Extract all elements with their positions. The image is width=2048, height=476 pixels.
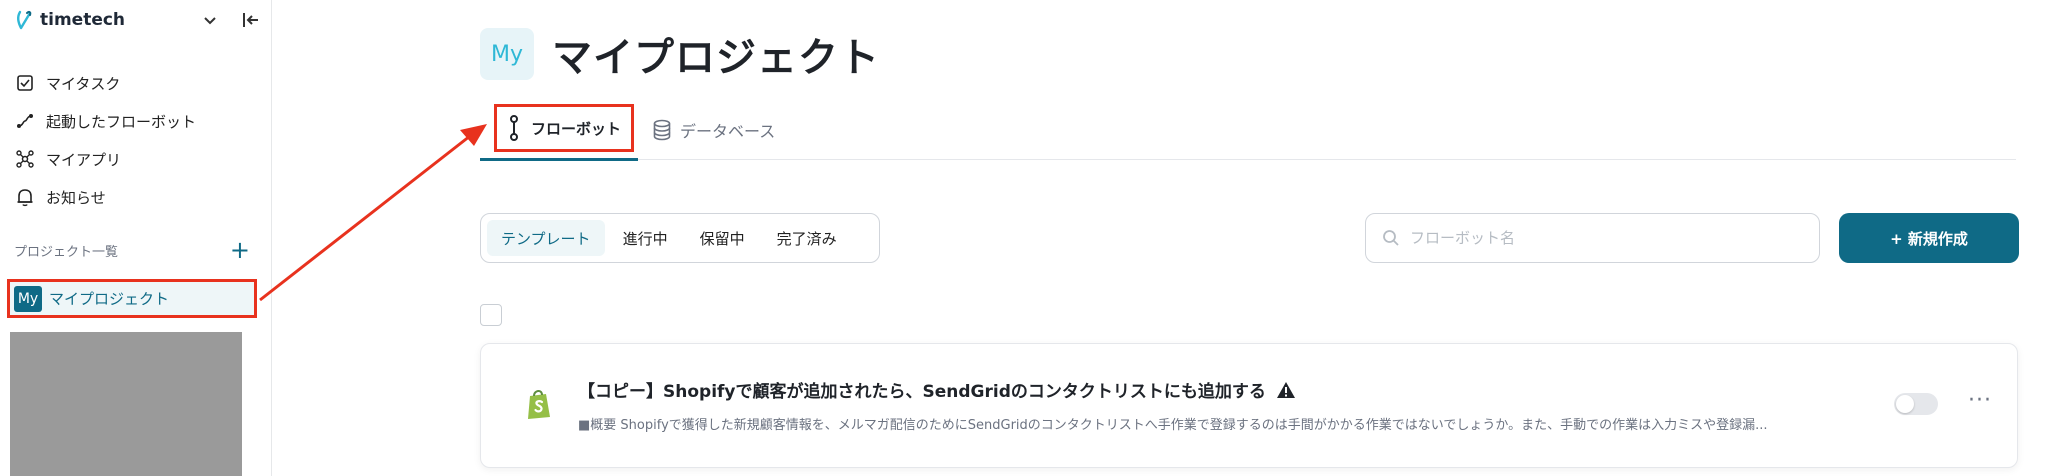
projects-section-header: プロジェクト一覧 +: [14, 238, 250, 262]
add-project-button[interactable]: +: [230, 238, 250, 262]
sidebar-nav: マイタスク 起動したフローボット マイアプリ お知らせ: [14, 64, 264, 216]
sidebar-item-my-tasks[interactable]: マイタスク: [14, 64, 264, 102]
sidebar-item-label: 起動したフローボット: [46, 112, 197, 131]
app-window: timetech マイタスク 起動したフローボット マイアプリ お知らせ プロジ…: [0, 0, 2048, 476]
project-avatar: My: [480, 28, 534, 80]
page-header: My マイプロジェクト: [480, 25, 880, 83]
flowbot-description: ■概要 Shopifyで獲得した新規顧客情報を、メルマガ配信のためにSendGr…: [578, 418, 1768, 433]
page-title: マイプロジェクト: [552, 35, 880, 81]
filter-in-progress[interactable]: 進行中: [609, 220, 682, 256]
sidebar-item-label: マイアプリ: [46, 150, 122, 169]
tab-database[interactable]: データベース: [652, 102, 775, 158]
more-options-button[interactable]: ···: [1965, 388, 1995, 413]
database-icon: [653, 119, 671, 141]
sidebar-item-notifications[interactable]: お知らせ: [14, 178, 264, 216]
tab-label: データベース: [680, 122, 776, 141]
sidebar: timetech マイタスク 起動したフローボット マイアプリ お知らせ プロジ…: [0, 0, 272, 476]
chevron-down-icon[interactable]: [202, 12, 218, 28]
sidebar-item-my-apps[interactable]: マイアプリ: [14, 140, 264, 178]
flowbot-card[interactable]: 【コピー】Shopifyで顧客が追加されたら、SendGridのコンタクトリスト…: [480, 343, 2018, 468]
status-filter: テンプレート 進行中 保留中 完了済み: [480, 213, 880, 263]
collapse-sidebar-icon[interactable]: [240, 9, 262, 31]
sidebar-item-label: お知らせ: [46, 188, 106, 207]
sidebar-item-started-flowbots[interactable]: 起動したフローボット: [14, 102, 264, 140]
sidebar-item-label: マイタスク: [46, 74, 121, 93]
flowbot-search: [1365, 213, 1820, 263]
bell-icon: [14, 186, 36, 208]
tab-label: フローボット: [531, 119, 622, 138]
project-badge: My: [14, 285, 42, 312]
projects-label: プロジェクト一覧: [14, 244, 119, 260]
sidebar-item-my-project[interactable]: My マイプロジェクト: [7, 279, 257, 318]
tab-flowbot[interactable]: フローボット: [494, 104, 634, 152]
warning-icon: [1276, 381, 1295, 398]
redacted-area: [10, 332, 242, 476]
workspace-switcher[interactable]: timetech: [14, 8, 125, 32]
new-flowbot-button[interactable]: + 新規作成: [1839, 213, 2019, 263]
workspace-name: timetech: [40, 10, 126, 30]
toggle-knob: [1896, 395, 1914, 413]
filter-template[interactable]: テンプレート: [487, 220, 605, 256]
flowbot-title-row: 【コピー】Shopifyで顧客が追加されたら、SendGridのコンタクトリスト…: [578, 377, 1296, 402]
active-tab-indicator: [480, 158, 638, 161]
timetech-logo-icon: [17, 10, 32, 30]
apps-icon: [14, 148, 36, 170]
flowbot-enable-toggle[interactable]: [1894, 393, 1938, 415]
tab-bar: フローボット データベース: [480, 102, 2016, 161]
shopify-icon: [528, 390, 550, 419]
flow-icon: [14, 110, 36, 132]
search-input[interactable]: [1410, 229, 1790, 247]
main-content: My マイプロジェクト フローボット データベース テンプレート 進行中 保留中…: [272, 0, 2048, 476]
checkbox-icon: [14, 72, 36, 94]
flowbot-title: 【コピー】Shopifyで顧客が追加されたら、SendGridのコンタクトリスト…: [578, 382, 1266, 402]
filter-completed[interactable]: 完了済み: [763, 220, 851, 256]
project-label: マイプロジェクト: [49, 290, 170, 308]
flowbot-icon: [510, 115, 518, 141]
filter-on-hold[interactable]: 保留中: [686, 220, 759, 256]
select-all-checkbox[interactable]: [480, 304, 502, 326]
search-icon: [1383, 230, 1399, 246]
